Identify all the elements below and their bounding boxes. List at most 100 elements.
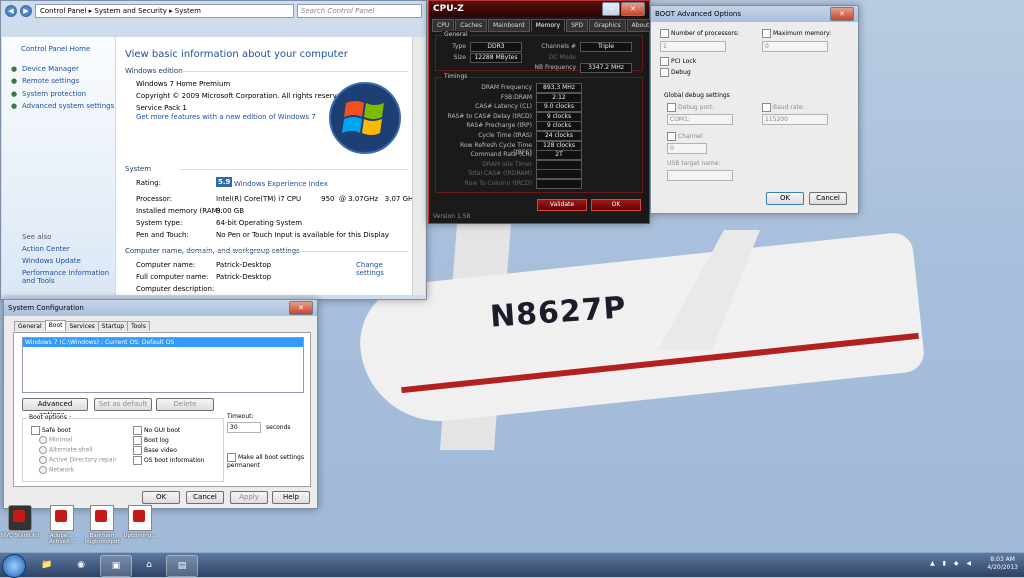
tab-spd[interactable]: SPD: [566, 19, 589, 32]
minimize-button[interactable]: –: [602, 2, 620, 16]
close-button[interactable]: ✕: [830, 7, 854, 21]
tab-mainboard[interactable]: Mainboard: [488, 19, 530, 32]
delete-button[interactable]: Delete: [156, 398, 214, 411]
tab-general[interactable]: General: [14, 321, 46, 331]
cpuz-ok-button[interactable]: OK: [591, 199, 641, 211]
experience-index-link[interactable]: Windows Experience Index: [234, 180, 328, 188]
base-video-checkbox[interactable]: [133, 446, 142, 455]
channel-label: Channel: [678, 133, 703, 140]
msconfig-taskbar-icon[interactable]: ▤: [166, 555, 198, 577]
system-protection-link[interactable]: System protection: [22, 90, 86, 98]
channel-input[interactable]: 0: [667, 143, 707, 154]
more-features-link[interactable]: Get more features with a new edition of …: [136, 113, 316, 121]
desktop-icon[interactable]: NVC Stand.kd: [0, 505, 40, 539]
tab-startup[interactable]: Startup: [97, 321, 129, 331]
minimal-radio[interactable]: [39, 436, 47, 444]
tab-memory[interactable]: Memory: [530, 19, 566, 32]
search-input[interactable]: Search Control Panel: [297, 4, 422, 18]
start-button[interactable]: [2, 554, 26, 578]
shield-icon: ●: [11, 90, 18, 98]
control-panel-home-link[interactable]: Control Panel Home: [21, 45, 90, 53]
debug-port-checkbox[interactable]: [667, 103, 676, 112]
close-button[interactable]: ✕: [621, 2, 645, 16]
timing-label: FSB:DRAM: [500, 93, 532, 101]
description-label: Computer description:: [136, 285, 215, 293]
boot-tab-panel: Windows 7 (C:\Windows) : Current OS; Def…: [13, 332, 311, 487]
pdf-icon: [128, 505, 152, 531]
change-settings-link[interactable]: Change settings: [356, 261, 412, 277]
max-memory-checkbox[interactable]: [762, 29, 771, 38]
usb-target-label: USB target name:: [667, 160, 721, 167]
timeout-label: Timeout:: [227, 413, 254, 420]
desktop-icon[interactable]: Adobe ... ActiveX...: [42, 505, 82, 545]
msconfig-title: System Configuration: [8, 304, 84, 312]
system-left-pane: Control Panel Home Device Manager Remote…: [2, 37, 115, 295]
advanced-system-settings-link[interactable]: Advanced system settings: [22, 102, 114, 110]
back-button[interactable]: ◀: [5, 5, 17, 17]
performance-info-link[interactable]: Performance Information and Tools: [22, 269, 112, 285]
network-taskbar-icon[interactable]: ⌂: [134, 555, 164, 575]
msconfig-cancel-button[interactable]: Cancel: [186, 491, 224, 504]
make-permanent-checkbox[interactable]: [227, 453, 236, 462]
device-manager-link[interactable]: Device Manager: [22, 65, 79, 73]
channel-checkbox[interactable]: [667, 132, 676, 141]
cpuz-tabs: CPU Caches Mainboard Memory SPD Graphics…: [429, 17, 655, 32]
desktop-icon[interactable]: Barkham bugbrookpdf: [82, 505, 122, 545]
timing-label: DRAM Idle Timer: [482, 160, 532, 168]
clock[interactable]: 8:03 AM 4/20/2013: [987, 556, 1018, 572]
cpuz-title: CPU-Z: [433, 4, 464, 14]
os-list[interactable]: Windows 7 (C:\Windows) : Current OS; Def…: [22, 337, 304, 393]
safe-boot-checkbox[interactable]: [31, 426, 40, 435]
memory-value: 8.00 GB: [216, 207, 245, 215]
num-processors-select[interactable]: 1: [660, 41, 726, 52]
system-window: ◀ ▶ Control Panel ▸ System and Security …: [0, 0, 427, 300]
msconfig-apply-button[interactable]: Apply: [230, 491, 268, 504]
ad-repair-radio[interactable]: [39, 456, 47, 464]
msconfig-titlebar[interactable]: System Configuration ✕: [4, 300, 317, 316]
baud-rate-select[interactable]: 115200: [762, 114, 828, 125]
os-boot-info-checkbox[interactable]: [133, 456, 142, 465]
close-button[interactable]: ✕: [289, 301, 313, 315]
alt-shell-radio[interactable]: [39, 446, 47, 454]
debug-checkbox[interactable]: [660, 68, 669, 77]
tab-services[interactable]: Services: [65, 321, 99, 331]
os-list-item[interactable]: Windows 7 (C:\Windows) : Current OS; Def…: [23, 338, 303, 347]
tray-icons[interactable]: ▲ ▮ ◆ ◀: [930, 560, 974, 567]
advanced-options-button[interactable]: Advanced options...: [22, 398, 88, 419]
cpuz-taskbar-icon[interactable]: ▣: [100, 555, 132, 577]
num-processors-checkbox[interactable]: [660, 29, 669, 38]
boot-advanced-titlebar[interactable]: BOOT Advanced Options ✕: [651, 6, 858, 22]
firefox-taskbar-icon[interactable]: ◉: [66, 555, 96, 575]
tab-graphics[interactable]: Graphics: [589, 19, 626, 32]
action-center-link[interactable]: Action Center: [22, 245, 70, 253]
forward-button[interactable]: ▶: [20, 5, 32, 17]
validate-button[interactable]: Validate: [537, 199, 587, 211]
memory-label: Installed memory (RAM):: [136, 207, 223, 215]
msconfig-help-button[interactable]: Help: [272, 491, 310, 504]
debug-port-select[interactable]: COM1:: [667, 114, 733, 125]
network-radio[interactable]: [39, 466, 47, 474]
timing-value: 893.3 MHz: [536, 83, 582, 93]
boot-adv-ok-button[interactable]: OK: [766, 192, 804, 205]
msconfig-ok-button[interactable]: OK: [142, 491, 180, 504]
cpuz-titlebar[interactable]: CPU-Z – ✕: [429, 1, 649, 17]
boot-log-checkbox[interactable]: [133, 436, 142, 445]
max-memory-input[interactable]: 0: [762, 41, 828, 52]
tab-boot[interactable]: Boot: [44, 320, 67, 330]
set-default-button[interactable]: Set as default: [94, 398, 152, 411]
explorer-taskbar-icon[interactable]: 📁: [32, 555, 62, 575]
desktop-icon[interactable]: Upcoming...: [120, 505, 160, 539]
no-gui-boot-checkbox[interactable]: [133, 426, 142, 435]
vertical-scrollbar[interactable]: [412, 37, 425, 295]
tab-tools[interactable]: Tools: [127, 321, 150, 331]
usb-target-input[interactable]: [667, 170, 733, 181]
address-field[interactable]: Control Panel ▸ System and Security ▸ Sy…: [35, 4, 294, 18]
boot-adv-cancel-button[interactable]: Cancel: [809, 192, 847, 205]
windows-update-link[interactable]: Windows Update: [22, 257, 81, 265]
timeout-input[interactable]: 30: [227, 422, 261, 433]
timing-label: Total CAS# (tRDRAM): [468, 170, 532, 178]
baud-rate-checkbox[interactable]: [762, 103, 771, 112]
timing-label: Cycle Time (tRAS): [478, 132, 532, 139]
remote-settings-link[interactable]: Remote settings: [22, 77, 79, 85]
pci-lock-checkbox[interactable]: [660, 57, 669, 66]
